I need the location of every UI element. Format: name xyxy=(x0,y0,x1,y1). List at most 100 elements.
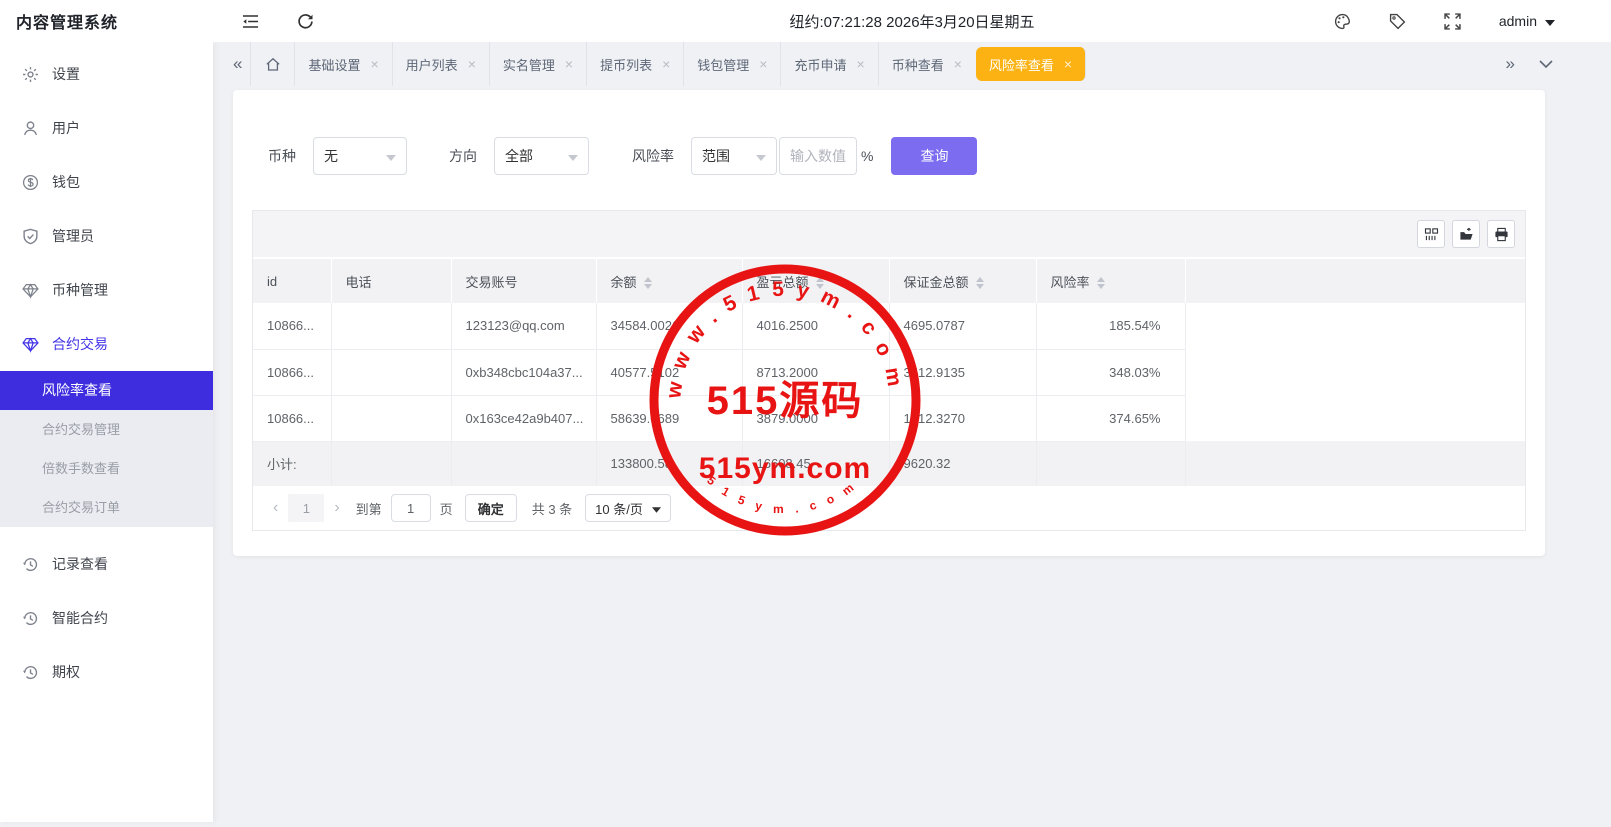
direction-select-value: 全部 xyxy=(505,146,533,166)
close-icon[interactable]: × xyxy=(565,57,573,71)
tab[interactable]: 基础设置× xyxy=(294,42,391,86)
tab[interactable]: 钱包管理× xyxy=(683,42,780,86)
print-icon[interactable] xyxy=(1487,220,1515,248)
filler-cell xyxy=(1185,349,1525,395)
sidebar-subitem[interactable]: 风险率查看 xyxy=(0,371,213,410)
palette-icon[interactable] xyxy=(1334,12,1352,30)
table-cell: 10866... xyxy=(253,303,331,349)
shield-check-icon xyxy=(22,228,39,245)
currency-select-value: 无 xyxy=(324,146,338,166)
main-panel: 币种 无 方向 全部 风险率 范围 % 查询 xyxy=(233,90,1545,556)
sidebar-subitem[interactable]: 合约交易管理 xyxy=(0,410,213,449)
tab[interactable]: 提币列表× xyxy=(586,42,683,86)
table-cell: 3879.0000 xyxy=(742,395,889,441)
tab[interactable]: 实名管理× xyxy=(489,42,586,86)
sidebar-item-label: 设置 xyxy=(52,64,80,84)
subtotal-cell xyxy=(331,441,451,486)
column-label: 盈亏总额 xyxy=(757,275,809,290)
close-icon[interactable]: × xyxy=(1064,57,1072,71)
close-icon[interactable]: × xyxy=(954,57,962,71)
sort-icon[interactable] xyxy=(816,277,824,289)
username: admin xyxy=(1499,13,1537,29)
close-icon[interactable]: × xyxy=(468,57,476,71)
column-header[interactable]: 余额 xyxy=(596,259,742,303)
table-cell xyxy=(331,395,451,441)
refresh-icon[interactable] xyxy=(296,12,314,30)
column-header[interactable]: 保证金总额 xyxy=(889,259,1036,303)
risk-value-input[interactable] xyxy=(779,137,857,175)
close-icon[interactable]: × xyxy=(759,57,767,71)
sidebar-item[interactable]: 管理员 xyxy=(0,209,213,263)
sidebar-item-label: 智能合约 xyxy=(52,608,108,628)
columns-icon[interactable] xyxy=(1417,220,1445,248)
risk-table: id电话交易账号余额盈亏总额保证金总额风险率 10866...123123@qq… xyxy=(253,259,1525,486)
sidebar-submenu: 风险率查看合约交易管理倍数手数查看合约交易订单 xyxy=(0,371,213,527)
sidebar-item[interactable]: 智能合约 xyxy=(0,591,213,645)
sidebar-menu: 设置用户钱包管理员币种管理合约交易风险率查看合约交易管理倍数手数查看合约交易订单… xyxy=(0,42,213,699)
close-icon[interactable]: × xyxy=(370,57,378,71)
page-number[interactable]: 1 xyxy=(288,494,324,522)
column-header[interactable]: 风险率 xyxy=(1036,259,1185,303)
tabs-scroll-right-icon[interactable]: » xyxy=(1498,54,1523,74)
table-cell: 58639.0689 xyxy=(596,395,742,441)
prev-page-icon[interactable]: ‹ xyxy=(269,499,282,517)
sort-icon[interactable] xyxy=(976,277,984,289)
fullscreen-icon[interactable] xyxy=(1444,12,1462,30)
tab[interactable]: 风险率查看 × xyxy=(976,47,1086,81)
wallet-icon xyxy=(22,174,39,191)
column-header[interactable]: 盈亏总额 xyxy=(742,259,889,303)
sidebar-subitem[interactable]: 合约交易订单 xyxy=(0,488,213,527)
sidebar-item[interactable]: 合约交易 xyxy=(0,317,213,371)
subtotal-cell: 9620.32 xyxy=(889,441,1036,486)
direction-select[interactable]: 全部 xyxy=(494,137,589,175)
close-icon[interactable]: × xyxy=(662,57,670,71)
page-size-select[interactable]: 10 条/页 xyxy=(585,494,671,522)
tabs-scroll-left-icon[interactable]: « xyxy=(225,54,250,74)
sidebar-item[interactable]: 币种管理 xyxy=(0,263,213,317)
pagination: ‹ 1 › 到第 页 确定 共 3 条 10 条/页 xyxy=(253,486,1525,530)
table-cell: 374.65% xyxy=(1036,395,1185,441)
risk-mode-select[interactable]: 范围 xyxy=(691,137,777,175)
tag-icon[interactable] xyxy=(1389,12,1407,30)
sidebar: 设置用户钱包管理员币种管理合约交易风险率查看合约交易管理倍数手数查看合约交易订单… xyxy=(0,42,213,822)
export-icon[interactable] xyxy=(1452,220,1480,248)
sidebar-subitem[interactable]: 倍数手数查看 xyxy=(0,449,213,488)
tabbar: « 基础设置×用户列表×实名管理×提币列表×钱包管理×充币申请×币种查看×风险率… xyxy=(213,42,1611,86)
home-tab[interactable] xyxy=(250,42,294,86)
sidebar-item[interactable]: 钱包 xyxy=(0,155,213,209)
tab-label: 风险率查看 xyxy=(989,55,1054,74)
column-header: 交易账号 xyxy=(451,259,596,303)
sort-icon[interactable] xyxy=(644,277,652,289)
filter-bar: 币种 无 方向 全部 风险率 范围 % 查询 xyxy=(268,137,977,175)
column-label: 风险率 xyxy=(1051,275,1090,290)
search-button[interactable]: 查询 xyxy=(891,137,977,175)
confirm-button[interactable]: 确定 xyxy=(465,494,517,522)
table-cell: 34584.0026 xyxy=(596,303,742,349)
sidebar-item[interactable]: 期权 xyxy=(0,645,213,699)
column-header: id xyxy=(253,259,331,303)
table-cell: 8713.2000 xyxy=(742,349,889,395)
risk-mode-select-value: 范围 xyxy=(702,146,730,166)
sidebar-item[interactable]: 记录查看 xyxy=(0,537,213,591)
caret-down-icon xyxy=(1545,13,1555,29)
sidebar-item-label: 钱包 xyxy=(52,172,80,192)
tab[interactable]: 币种查看× xyxy=(878,42,975,86)
tab[interactable]: 用户列表× xyxy=(392,42,489,86)
subtotal-cell: 16608.45 xyxy=(742,441,889,486)
next-page-icon[interactable]: › xyxy=(330,499,343,517)
currency-select[interactable]: 无 xyxy=(313,137,407,175)
table-cell xyxy=(331,303,451,349)
sidebar-item[interactable]: 用户 xyxy=(0,101,213,155)
user-menu[interactable]: admin xyxy=(1499,13,1555,29)
tab-actions-chevron-icon[interactable] xyxy=(1537,55,1555,73)
close-icon[interactable]: × xyxy=(857,57,865,71)
sidebar-item[interactable]: 设置 xyxy=(0,47,213,101)
tab[interactable]: 充币申请× xyxy=(780,42,877,86)
sidebar-item-label: 记录查看 xyxy=(52,554,108,574)
goto-page-input[interactable] xyxy=(391,494,431,522)
sidebar-item-label: 管理员 xyxy=(52,226,94,246)
goto-suffix-label: 页 xyxy=(440,499,453,518)
total-count-label: 共 3 条 xyxy=(532,499,572,518)
sidebar-toggle-icon[interactable] xyxy=(241,12,259,30)
sort-icon[interactable] xyxy=(1097,277,1105,289)
